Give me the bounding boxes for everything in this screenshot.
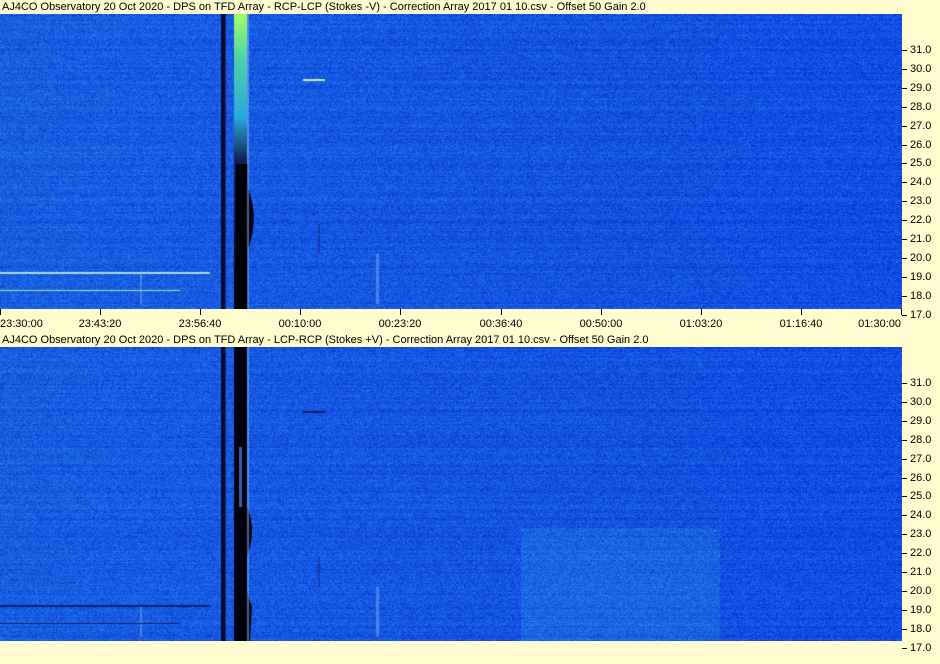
bottom-freq-tick [902, 439, 907, 441]
time-label: 23:43:20 [78, 318, 122, 330]
bottom-freq-tick [902, 496, 907, 498]
top-freq-label: 23.0 [910, 195, 932, 208]
top-freq-tick [902, 220, 907, 222]
time-label: 01:30:00 [858, 318, 901, 330]
top-spectrogram[interactable] [0, 14, 902, 309]
bottom-freq-label: 19.0 [910, 603, 932, 616]
time-tick [200, 309, 201, 315]
time-tick [300, 309, 301, 315]
top-frequency-axis: 31.0 30.0 29.0 28.0 27.0 26.0 25.0 24.0 23.0 22.0… [902, 14, 940, 320]
bottom-freq-tick [902, 534, 907, 536]
bottom-panel-title: AJ4CO Observatory 20 Oct 2020 - DPS on T… [2, 334, 649, 346]
bottom-time-strip [0, 641, 940, 664]
bottom-freq-tick [902, 420, 907, 422]
bottom-freq-label: 29.0 [910, 414, 932, 427]
time-label: 00:50:00 [579, 318, 623, 330]
bottom-freq-tick [902, 383, 907, 384]
top-freq-tick [902, 163, 907, 165]
bottom-freq-tick [902, 572, 907, 573]
bottom-freq-tick [902, 515, 907, 517]
bottom-frequency-axis: 31.0 30.0 29.0 28.0 27.0 26.0 25.0 24.0 23.0 22.0… [902, 347, 940, 653]
time-tick [100, 309, 101, 315]
bottom-freq-tick [902, 609, 907, 611]
top-freq-label: 20.0 [910, 251, 932, 264]
bottom-freq-tick [902, 458, 907, 460]
time-label: 01:16:40 [779, 318, 823, 330]
bottom-freq-tick [902, 553, 907, 555]
bottom-freq-label: 24.0 [910, 509, 932, 522]
time-tick [501, 309, 502, 315]
bottom-freq-label: 20.0 [910, 584, 932, 597]
time-label: 01:03:20 [679, 318, 723, 330]
bottom-freq-label: 28.0 [910, 433, 932, 446]
time-label: 23:56:40 [178, 318, 222, 330]
top-freq-tick [902, 182, 907, 184]
top-freq-tick [902, 50, 907, 51]
top-freq-label: 21.0 [910, 233, 932, 245]
bottom-spectrogram[interactable] [0, 347, 902, 641]
top-freq-label: 18.0 [910, 289, 932, 302]
top-freq-label: 29.0 [910, 81, 932, 94]
top-freq-tick [902, 106, 907, 108]
time-label: 00:10:00 [278, 318, 322, 330]
bottom-freq-tick [902, 590, 907, 592]
time-tick [801, 309, 802, 315]
time-label: 00:23:20 [378, 318, 422, 330]
time-label: 23:30:00 [0, 318, 43, 330]
bottom-freq-label: 21.0 [910, 566, 932, 578]
top-freq-tick [902, 144, 907, 146]
bottom-freq-tick [902, 401, 907, 403]
top-freq-tick [902, 276, 907, 278]
top-freq-label: 28.0 [910, 100, 932, 113]
time-tick [601, 309, 602, 315]
time-tick [901, 309, 902, 315]
top-freq-label: 27.0 [910, 119, 932, 132]
top-freq-tick [902, 87, 907, 89]
top-freq-label: 26.0 [910, 138, 932, 151]
top-freq-label: 30.0 [910, 62, 932, 75]
bottom-freq-label: 25.0 [910, 490, 932, 503]
top-freq-label: 25.0 [910, 157, 932, 170]
bottom-freq-label: 26.0 [910, 471, 932, 484]
top-panel-title: AJ4CO Observatory 20 Oct 2020 - DPS on T… [2, 1, 646, 13]
top-spectrogram-canvas [0, 14, 902, 309]
top-freq-tick [902, 239, 907, 240]
bottom-spectrogram-canvas [0, 347, 902, 641]
bottom-freq-label: 27.0 [910, 452, 932, 465]
bottom-freq-label: 23.0 [910, 528, 932, 541]
top-freq-tick [902, 68, 907, 70]
top-freq-tick [902, 125, 907, 127]
top-freq-label: 19.0 [910, 270, 932, 283]
top-freq-tick [902, 295, 907, 297]
bottom-freq-tick [902, 477, 907, 479]
time-tick [701, 309, 702, 315]
top-freq-label: 24.0 [910, 176, 932, 189]
top-freq-tick [902, 257, 907, 259]
bottom-freq-label: 22.0 [910, 547, 932, 560]
time-tick [400, 309, 401, 315]
top-freq-label: 22.0 [910, 214, 932, 227]
bottom-freq-tick [902, 628, 907, 630]
bottom-freq-label: 30.0 [910, 395, 932, 408]
bottom-freq-label: 18.0 [910, 622, 932, 635]
top-freq-tick [902, 201, 907, 203]
time-tick [0, 309, 1, 315]
time-label: 00:36:40 [479, 318, 523, 330]
bottom-freq-label: 31.0 [910, 377, 932, 389]
time-axis: 23:30:00 23:43:20 23:56:40 00:10:00 00:23:20… [0, 309, 940, 333]
top-freq-label: 31.0 [910, 44, 932, 56]
